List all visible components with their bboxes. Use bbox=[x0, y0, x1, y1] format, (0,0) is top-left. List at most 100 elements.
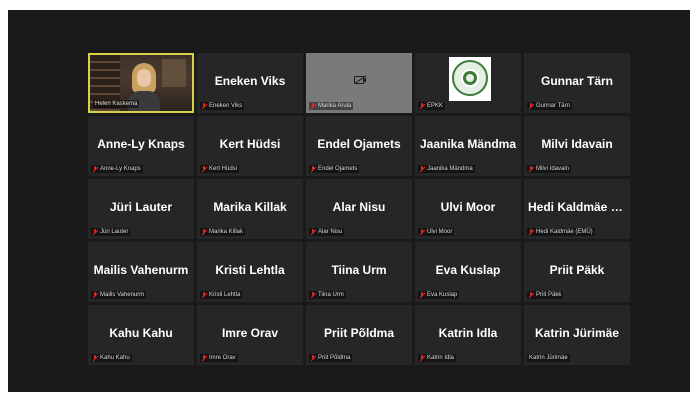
participant-display-name: Imre Orav bbox=[221, 326, 279, 340]
participant-display-name: Jüri Lauter bbox=[109, 200, 172, 214]
participant-tile[interactable]: Gunnar Tärn Gunnar Tärn bbox=[524, 53, 630, 113]
participant-display-name: Alar Nisu bbox=[332, 200, 386, 214]
microphone-muted-icon bbox=[202, 166, 206, 172]
participant-display-name: Marika Killak bbox=[213, 200, 287, 214]
microphone-muted-icon bbox=[420, 292, 424, 298]
microphone-muted-icon bbox=[93, 292, 97, 298]
participant-name-label: Mailis Vahenurm bbox=[91, 291, 147, 299]
participant-name-label: Priit Päkk bbox=[527, 291, 564, 299]
participant-name-label: Kert Hüdsi bbox=[200, 165, 240, 173]
microphone-muted-icon bbox=[202, 292, 206, 298]
participant-display-name: Mailis Vahenurm bbox=[93, 263, 189, 277]
microphone-muted-icon bbox=[311, 355, 315, 361]
microphone-muted-icon bbox=[529, 229, 533, 235]
participant-tile[interactable]: Eneken Viks Eneken Viks bbox=[197, 53, 303, 113]
participant-display-name: Eva Kuslap bbox=[435, 263, 501, 277]
participant-tile[interactable]: Endel Ojamets Endel Ojamets bbox=[306, 116, 412, 176]
participant-name-label: Katrin Idla bbox=[418, 354, 457, 362]
participant-display-name: Jaanika Mändma bbox=[419, 137, 517, 151]
participant-tile[interactable]: Kristi Lehtla Kristi Lehtla bbox=[197, 242, 303, 302]
microphone-muted-icon bbox=[420, 103, 424, 109]
gallery-grid: Helen Kaskema Eneken Viks Eneken Viks Ma… bbox=[88, 53, 630, 365]
participant-name-label: Endel Ojamets bbox=[309, 165, 360, 173]
participant-tile[interactable]: Priit Põldma Priit Põldma bbox=[306, 305, 412, 365]
participant-tile[interactable]: Katrin Idla Katrin Idla bbox=[415, 305, 521, 365]
participant-display-name: Katrin Jürimäe bbox=[534, 326, 620, 340]
participant-display-name: Kristi Lehtla bbox=[215, 263, 285, 277]
microphone-muted-icon bbox=[93, 355, 97, 361]
microphone-muted-icon bbox=[311, 103, 315, 109]
microphone-muted-icon bbox=[202, 103, 206, 109]
microphone-muted-icon bbox=[311, 229, 315, 235]
participant-name-label: Anne-Ly Knaps bbox=[91, 165, 143, 173]
participant-display-name: Hedi Kaldmäe (… bbox=[528, 200, 627, 214]
participant-tile[interactable]: Imre Orav Imre Orav bbox=[197, 305, 303, 365]
participant-tile[interactable]: Marika Arula bbox=[306, 53, 412, 113]
participant-name-label: EPKK bbox=[418, 102, 446, 110]
microphone-muted-icon bbox=[420, 229, 424, 235]
participant-tile[interactable]: Jaanika Mändma Jaanika Mändma bbox=[415, 116, 521, 176]
participant-display-name: Eneken Viks bbox=[214, 74, 286, 88]
participant-name-label: Marika Killak bbox=[200, 228, 246, 236]
microphone-muted-icon bbox=[311, 292, 315, 298]
participant-tile[interactable]: Helen Kaskema bbox=[88, 53, 194, 113]
participant-display-name: Gunnar Tärn bbox=[540, 74, 613, 88]
microphone-muted-icon bbox=[420, 166, 424, 172]
participant-tile[interactable]: Milvi Idavain Milvi Idavain bbox=[524, 116, 630, 176]
participant-tile[interactable]: Alar Nisu Alar Nisu bbox=[306, 179, 412, 239]
participant-tile[interactable]: Kert Hüdsi Kert Hüdsi bbox=[197, 116, 303, 176]
participant-name-label: Jaanika Mändma bbox=[418, 165, 475, 173]
participant-name-label: Marika Arula bbox=[309, 102, 354, 110]
participant-name-label: Jüri Lauter bbox=[91, 228, 131, 236]
participant-name-label: Katrin Jürimäe bbox=[527, 354, 570, 362]
participant-tile[interactable]: Mailis Vahenurm Mailis Vahenurm bbox=[88, 242, 194, 302]
microphone-muted-icon bbox=[93, 166, 97, 172]
participant-display-name: Ulvi Moor bbox=[440, 200, 496, 214]
participant-display-name: Endel Ojamets bbox=[317, 137, 401, 151]
microphone-muted-icon bbox=[420, 355, 424, 361]
participant-tile[interactable]: Kahu Kahu Kahu Kahu bbox=[88, 305, 194, 365]
microphone-muted-icon bbox=[311, 166, 315, 172]
participant-tile[interactable]: Priit Päkk Priit Päkk bbox=[524, 242, 630, 302]
participant-display-name: Tiina Urm bbox=[331, 263, 387, 277]
microphone-muted-icon bbox=[529, 292, 533, 298]
participant-name-label: Kahu Kahu bbox=[91, 354, 132, 362]
participant-tile[interactable]: Eva Kuslap Eva Kuslap bbox=[415, 242, 521, 302]
participant-display-name: Katrin Idla bbox=[438, 326, 498, 340]
participant-display-name: Priit Põldma bbox=[323, 326, 394, 340]
microphone-muted-icon bbox=[529, 166, 533, 172]
participant-display-name: Milvi Idavain bbox=[541, 137, 613, 151]
participant-display-name: Anne-Ly Knaps bbox=[97, 137, 185, 151]
participant-tile[interactable]: Jüri Lauter Jüri Lauter bbox=[88, 179, 194, 239]
participant-name-label: Priit Põldma bbox=[309, 354, 353, 362]
participant-name-label: Ulvi Moor bbox=[418, 228, 455, 236]
participant-display-name: Kert Hüdsi bbox=[219, 137, 281, 151]
organization-seal-icon bbox=[452, 60, 488, 96]
participant-tile[interactable]: Katrin Jürimäe Katrin Jürimäe bbox=[524, 305, 630, 365]
participant-tile[interactable]: Hedi Kaldmäe (… Hedi Kaldmäe (EMÜ) bbox=[524, 179, 630, 239]
participant-name-label: Imre Orav bbox=[200, 354, 238, 362]
participant-tile[interactable]: EPKK bbox=[415, 53, 521, 113]
microphone-muted-icon bbox=[93, 229, 97, 235]
microphone-muted-icon bbox=[202, 355, 206, 361]
participant-name-label: Gunnar Tärn bbox=[527, 102, 572, 110]
participant-tile[interactable]: Ulvi Moor Ulvi Moor bbox=[415, 179, 521, 239]
participant-name-label: Tiina Urm bbox=[309, 291, 346, 299]
participant-display-name: Priit Päkk bbox=[549, 263, 605, 277]
participant-tile[interactable]: Tiina Urm Tiina Urm bbox=[306, 242, 412, 302]
participant-logo bbox=[449, 57, 491, 101]
participant-name-label: Hedi Kaldmäe (EMÜ) bbox=[527, 228, 595, 236]
camera-off-icon bbox=[354, 75, 367, 84]
participant-name-label: Eneken Viks bbox=[200, 102, 245, 110]
meeting-window: Helen Kaskema Eneken Viks Eneken Viks Ma… bbox=[8, 10, 690, 392]
participant-name-label: Milvi Idavain bbox=[527, 165, 572, 173]
participant-name-label: Alar Nisu bbox=[309, 228, 345, 236]
participant-name-label: Helen Kaskema bbox=[93, 100, 140, 108]
participant-tile[interactable]: Anne-Ly Knaps Anne-Ly Knaps bbox=[88, 116, 194, 176]
microphone-muted-icon bbox=[529, 103, 533, 109]
participant-name-label: Kristi Lehtla bbox=[200, 291, 243, 299]
participant-display-name: Kahu Kahu bbox=[109, 326, 173, 340]
microphone-muted-icon bbox=[202, 229, 206, 235]
participant-name-label: Eva Kuslap bbox=[418, 291, 460, 299]
participant-tile[interactable]: Marika Killak Marika Killak bbox=[197, 179, 303, 239]
